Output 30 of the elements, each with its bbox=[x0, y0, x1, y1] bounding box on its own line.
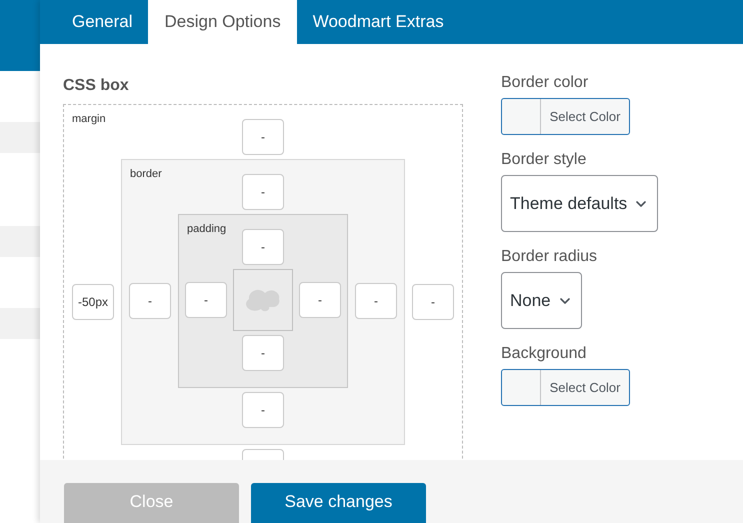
box-label: padding bbox=[187, 222, 226, 237]
field-label: Border radius bbox=[501, 248, 598, 266]
value-input[interactable]: - bbox=[242, 229, 284, 265]
value-input[interactable]: - bbox=[129, 283, 171, 319]
select-dropdown[interactable]: Theme defaults bbox=[501, 175, 658, 232]
section-title: CSS box bbox=[63, 76, 130, 96]
background-row bbox=[0, 308, 40, 339]
color-picker-button[interactable]: Select Color bbox=[501, 369, 630, 406]
value-input[interactable]: -50px bbox=[72, 284, 114, 320]
select-dropdown[interactable]: None bbox=[501, 272, 582, 329]
save-button[interactable]: Save changes bbox=[251, 483, 426, 523]
background-row bbox=[0, 122, 40, 153]
tab[interactable]: Design Options bbox=[148, 0, 297, 44]
field-label: Background bbox=[501, 345, 588, 363]
value-input[interactable]: - bbox=[242, 392, 284, 428]
value-input[interactable]: - bbox=[242, 119, 284, 155]
tab[interactable]: Woodmart Extras bbox=[296, 0, 460, 44]
field-label: Border style bbox=[501, 151, 588, 169]
value-input[interactable]: - bbox=[355, 283, 397, 319]
field-label: Border color bbox=[501, 74, 590, 92]
color-picker-button[interactable]: Select Color bbox=[501, 98, 630, 135]
value-input[interactable]: - bbox=[412, 284, 454, 320]
value-input[interactable]: - bbox=[242, 335, 284, 371]
background-row bbox=[0, 226, 40, 257]
box-label: border bbox=[130, 167, 162, 182]
tab[interactable]: General bbox=[56, 0, 148, 44]
box-label: margin bbox=[72, 112, 106, 127]
value-input[interactable]: - bbox=[185, 282, 227, 318]
value-input[interactable]: - bbox=[299, 282, 341, 318]
value-input[interactable]: - bbox=[242, 174, 284, 210]
